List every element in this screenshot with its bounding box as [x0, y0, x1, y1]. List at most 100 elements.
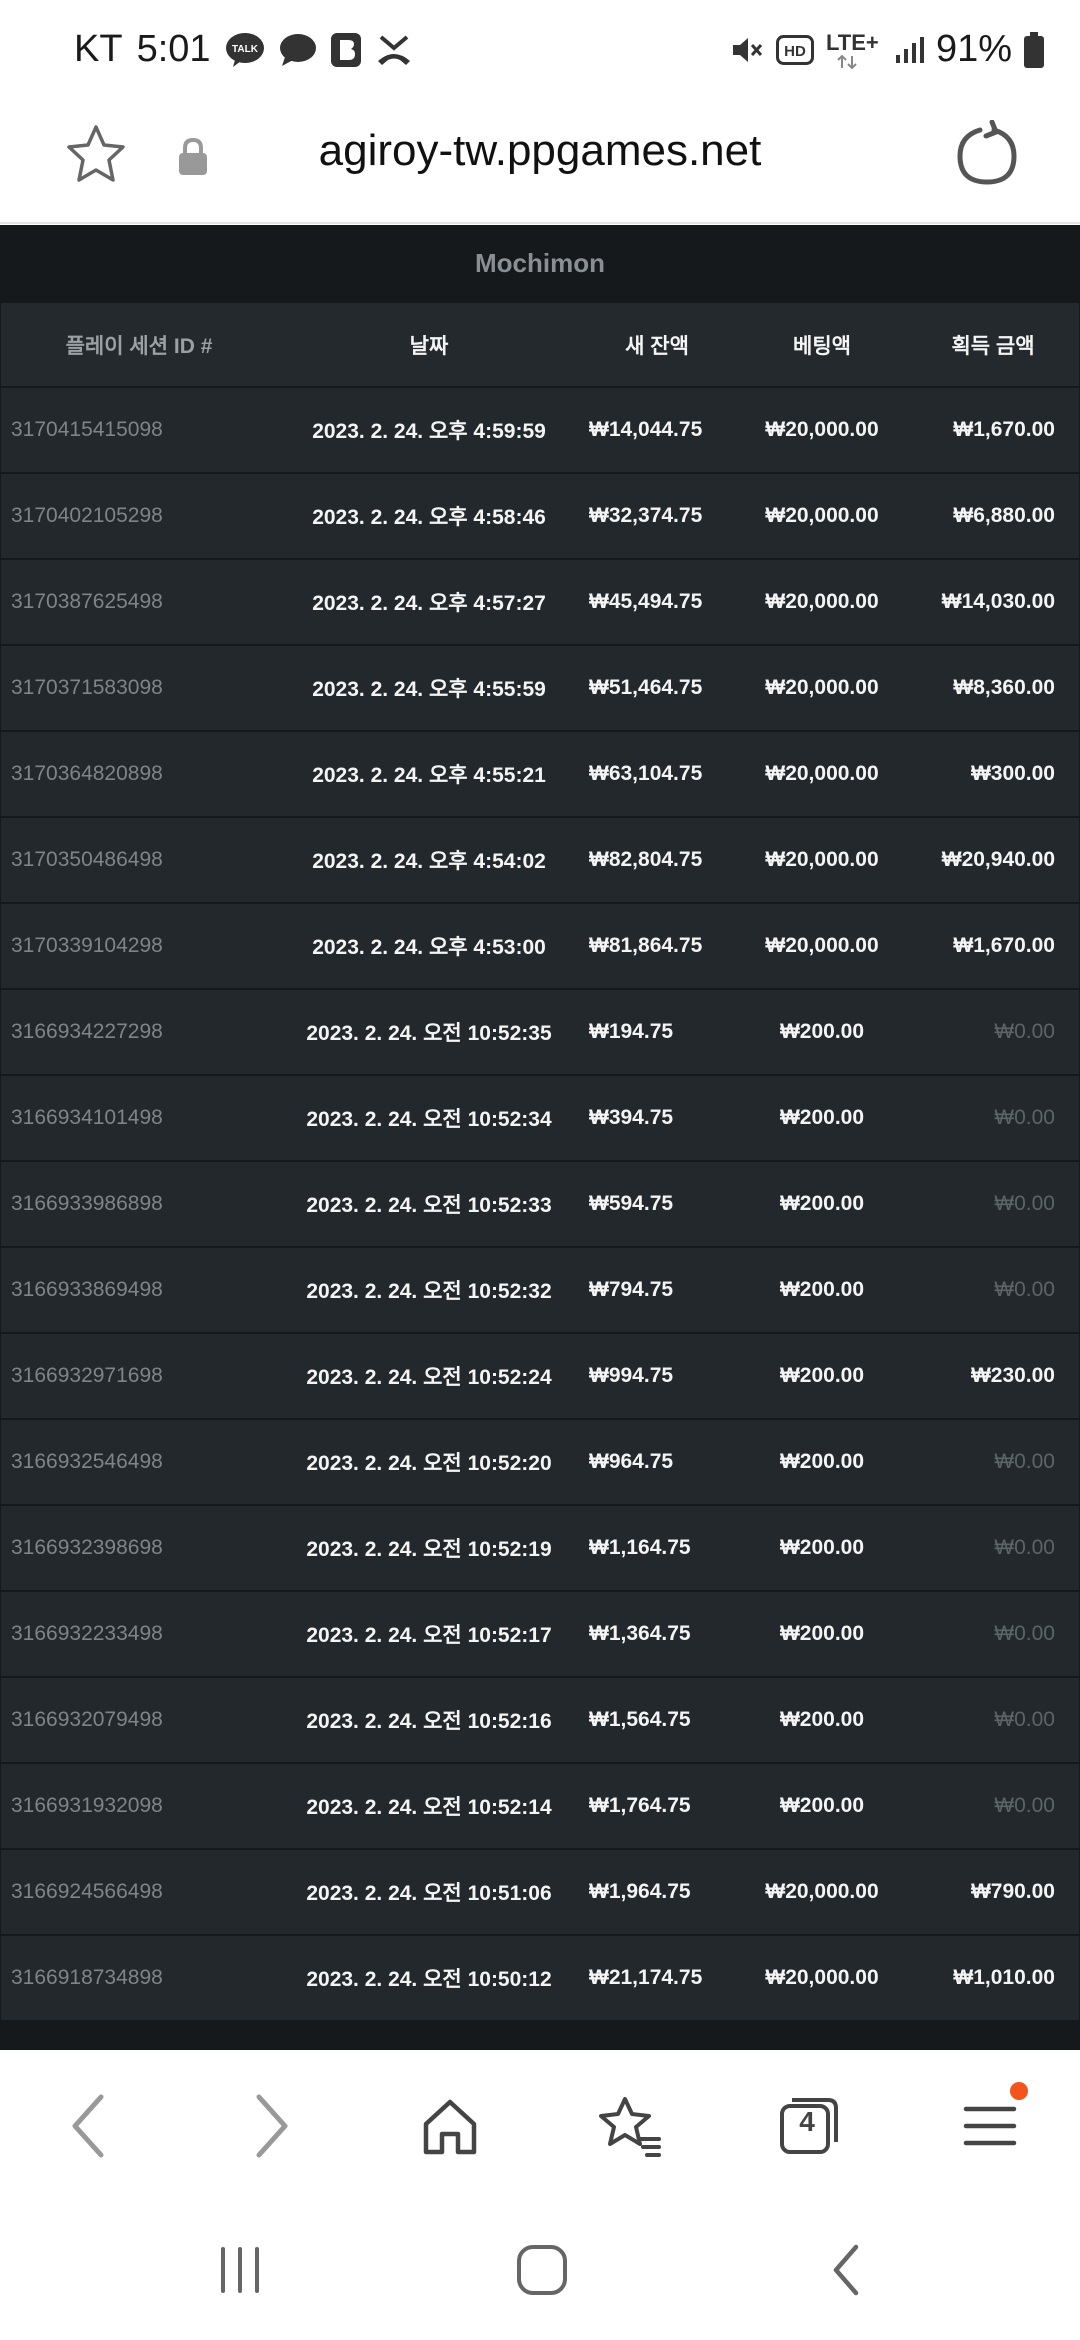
table-row[interactable]: 3166932233498 2023. 2. 24. 오전 10:52:17 ₩1,…: [1, 1592, 1079, 1678]
date-cell: 2023. 2. 24. 오후 4:54:02: [312, 850, 546, 873]
table-row[interactable]: 3170387625498 2023. 2. 24. 오후 4:57:27 ₩45,…: [1, 560, 1079, 646]
table-row[interactable]: 3166931932098 2023. 2. 24. 오전 10:52:14 ₩1,…: [1, 1764, 1079, 1850]
table-row[interactable]: 3166933986898 2023. 2. 24. 오전 10:52:33 ₩59…: [1, 1162, 1079, 1248]
talk-badge-text: TALK: [232, 44, 259, 55]
balance-cell: ₩194.75: [589, 1020, 674, 1043]
win-cell: ₩0.00: [994, 1536, 1055, 1559]
session-id-cell: 3166932546498: [11, 1450, 163, 1473]
forward-icon[interactable]: [232, 2086, 312, 2166]
table-row[interactable]: 3166932546498 2023. 2. 24. 오전 10:52:20 ₩96…: [1, 1420, 1079, 1506]
system-nav-bar: [0, 2200, 1080, 2340]
home-icon[interactable]: [410, 2086, 490, 2166]
table-row[interactable]: 3166918734898 2023. 2. 24. 오전 10:50:12 ₩21…: [1, 1936, 1079, 2022]
balance-cell: ₩394.75: [589, 1106, 674, 1129]
date-cell: 2023. 2. 24. 오전 10:50:12: [306, 1968, 552, 1991]
hd-badge-text: HD: [784, 43, 806, 60]
back-icon[interactable]: [48, 2086, 128, 2166]
bet-cell: ₩200.00: [779, 1450, 865, 1473]
table-row[interactable]: 3166932971698 2023. 2. 24. 오전 10:52:24 ₩99…: [1, 1334, 1079, 1420]
table-row[interactable]: 3166932079498 2023. 2. 24. 오전 10:52:16 ₩1,…: [1, 1678, 1079, 1764]
session-id-cell: 3166932233498: [11, 1622, 163, 1645]
date-cell: 2023. 2. 24. 오전 10:52:35: [306, 1022, 552, 1045]
table-row[interactable]: 3166934227298 2023. 2. 24. 오전 10:52:35 ₩19…: [1, 990, 1079, 1076]
balance-cell: ₩82,804.75: [589, 848, 703, 871]
win-cell: ₩1,670.00: [953, 934, 1055, 957]
session-id-cell: 3170387625498: [11, 590, 163, 613]
date-cell: 2023. 2. 24. 오전 10:52:34: [306, 1108, 552, 1131]
url-display[interactable]: agiroy-tw.ppgames.net: [0, 126, 1080, 176]
bet-cell: ₩20,000.00: [765, 1966, 879, 1989]
back-nav-icon[interactable]: [806, 2230, 886, 2310]
kakaotalk-icon: TALK: [225, 32, 265, 68]
browser-toolbar: 4: [0, 2050, 1080, 2200]
header-session-id[interactable]: 플레이 세션 ID #: [1, 330, 277, 360]
history-table: 플레이 세션 ID # 날짜 새 잔액 베팅액 획득 금액 3170415415…: [1, 303, 1079, 2022]
reload-icon[interactable]: [952, 119, 1022, 190]
bet-cell: ₩200.00: [779, 1106, 865, 1129]
tab-count: 4: [799, 2106, 815, 2137]
table-row[interactable]: 3170415415098 2023. 2. 24. 오후 4:59:59 ₩14,…: [1, 388, 1079, 474]
game-title: Mochimon: [475, 248, 605, 278]
balance-cell: ₩32,374.75: [589, 504, 703, 527]
table-row[interactable]: 3166924566498 2023. 2. 24. 오전 10:51:06 ₩1,…: [1, 1850, 1079, 1936]
session-id-cell: 3166932398698: [11, 1536, 163, 1559]
win-cell: ₩0.00: [994, 1020, 1055, 1043]
mute-icon: [730, 33, 764, 67]
header-date[interactable]: 날짜: [277, 330, 577, 360]
date-cell: 2023. 2. 24. 오후 4:53:00: [312, 936, 546, 959]
header-new-balance[interactable]: 새 잔액: [577, 330, 737, 360]
header-bet-amount[interactable]: 베팅액: [737, 330, 907, 360]
balance-cell: ₩594.75: [589, 1192, 674, 1215]
session-id-cell: 3166924566498: [11, 1880, 163, 1903]
balance-cell: ₩1,764.75: [589, 1794, 691, 1817]
bet-cell: ₩200.00: [779, 1364, 865, 1387]
table-row[interactable]: 3170364820898 2023. 2. 24. 오후 4:55:21 ₩63,…: [1, 732, 1079, 818]
home-nav-icon[interactable]: [502, 2230, 582, 2310]
session-id-cell: 3166933986898: [11, 1192, 163, 1215]
date-cell: 2023. 2. 24. 오후 4:55:59: [312, 678, 546, 701]
menu-icon[interactable]: [950, 2082, 1030, 2166]
signal-icon: [894, 35, 924, 65]
win-cell: ₩1,670.00: [953, 418, 1055, 441]
hd-icon: HD: [775, 34, 814, 65]
balance-cell: ₩1,164.75: [589, 1536, 691, 1559]
carrier-label: KT: [74, 28, 123, 70]
table-row[interactable]: 3170402105298 2023. 2. 24. 오후 4:58:46 ₩32,…: [1, 474, 1079, 560]
browser-address-bar: agiroy-tw.ppgames.net: [0, 100, 1080, 224]
balance-cell: ₩63,104.75: [589, 762, 703, 785]
date-cell: 2023. 2. 24. 오전 10:52:24: [306, 1366, 552, 1389]
table-row[interactable]: 3166934101498 2023. 2. 24. 오전 10:52:34 ₩39…: [1, 1076, 1079, 1162]
session-id-cell: 3166934101498: [11, 1106, 163, 1129]
win-cell: ₩0.00: [994, 1192, 1055, 1215]
table-row[interactable]: 3166932398698 2023. 2. 24. 오전 10:52:19 ₩1,…: [1, 1506, 1079, 1592]
win-cell: ₩230.00: [970, 1364, 1055, 1387]
recents-icon[interactable]: [200, 2230, 280, 2310]
header-win-amount[interactable]: 획득 금액: [907, 330, 1079, 360]
bet-cell: ₩200.00: [779, 1278, 865, 1301]
table-row[interactable]: 3166933869498 2023. 2. 24. 오전 10:52:32 ₩79…: [1, 1248, 1079, 1334]
session-id-cell: 3170350486498: [11, 848, 163, 871]
tabs-icon[interactable]: 4: [770, 2086, 850, 2166]
win-cell: ₩1,010.00: [953, 1966, 1055, 1989]
status-clock: 5:01: [136, 28, 211, 70]
date-cell: 2023. 2. 24. 오후 4:55:21: [312, 764, 546, 787]
table-row[interactable]: 3170350486498 2023. 2. 24. 오후 4:54:02 ₩82,…: [1, 818, 1079, 904]
network-type-text: LTE+: [826, 30, 879, 55]
table-header: 플레이 세션 ID # 날짜 새 잔액 베팅액 획득 금액: [1, 303, 1079, 388]
table-row[interactable]: 3170339104298 2023. 2. 24. 오후 4:53:00 ₩81,…: [1, 904, 1079, 990]
date-cell: 2023. 2. 24. 오전 10:52:17: [306, 1624, 552, 1647]
bet-cell: ₩200.00: [779, 1020, 865, 1043]
table-row[interactable]: 3170371583098 2023. 2. 24. 오후 4:55:59 ₩51,…: [1, 646, 1079, 732]
balance-cell: ₩794.75: [589, 1278, 674, 1301]
session-id-cell: 3166934227298: [11, 1020, 163, 1043]
date-cell: 2023. 2. 24. 오전 10:51:06: [306, 1882, 552, 1905]
win-cell: ₩14,030.00: [941, 590, 1055, 613]
balance-cell: ₩45,494.75: [589, 590, 703, 613]
win-cell: ₩0.00: [994, 1106, 1055, 1129]
session-id-cell: 3166918734898: [11, 1966, 163, 1989]
missed-call-icon: [375, 33, 413, 67]
bet-cell: ₩20,000.00: [765, 590, 879, 613]
bookmarks-icon[interactable]: [590, 2086, 670, 2166]
balance-cell: ₩14,044.75: [589, 418, 703, 441]
date-cell: 2023. 2. 24. 오후 4:59:59: [312, 420, 546, 443]
